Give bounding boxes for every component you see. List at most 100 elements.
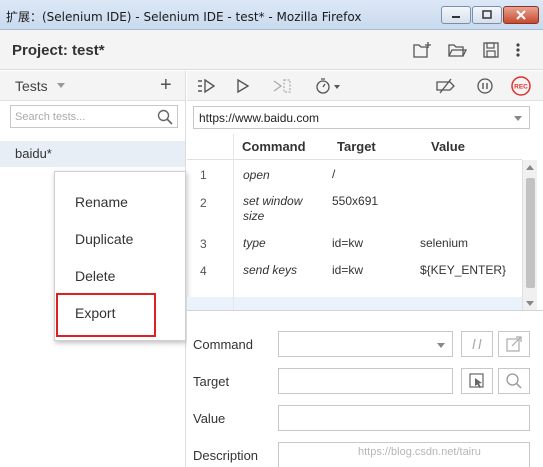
- new-folder-icon: [413, 42, 431, 58]
- test-item-label: baidu*: [15, 146, 52, 161]
- commands-table: Command Target Value 1 open / 2 set wind…: [187, 134, 522, 310]
- search-icon: [506, 373, 522, 389]
- breakpoint-off-icon: [436, 78, 455, 94]
- close-window-button[interactable]: [503, 6, 539, 24]
- table-row[interactable]: 3 type id=kw selenium: [187, 229, 522, 255]
- tests-dropdown[interactable]: Tests: [15, 78, 48, 94]
- record-label: REC: [514, 84, 528, 91]
- pause-on-exceptions-button[interactable]: [475, 75, 495, 97]
- open-project-button[interactable]: [446, 39, 468, 61]
- table-row[interactable]: 1 open /: [187, 161, 522, 187]
- value-input[interactable]: [279, 406, 529, 430]
- description-label: Description: [193, 448, 259, 463]
- command-label: Command: [193, 337, 253, 352]
- table-row-empty[interactable]: [187, 297, 522, 310]
- row-command: set window size: [243, 194, 303, 223]
- table-scrollbar[interactable]: [522, 160, 537, 310]
- open-reference-button[interactable]: [498, 331, 530, 357]
- record-button[interactable]: REC: [510, 75, 532, 97]
- editor-toolbar: REC: [187, 71, 543, 101]
- command-select[interactable]: [278, 331, 453, 357]
- column-header-command: Command: [242, 139, 306, 154]
- scrollbar-thumb[interactable]: [526, 178, 535, 288]
- window-titlebar: 扩展：(Selenium IDE) - Selenium IDE - test*…: [0, 0, 543, 30]
- project-name[interactable]: test*: [72, 42, 105, 59]
- row-number: 2: [200, 196, 207, 210]
- test-speed-button[interactable]: [314, 75, 348, 97]
- comment-slash-icon: [472, 338, 482, 350]
- watermark-text: https://blog.csdn.net/tairu: [358, 446, 481, 458]
- menu-item-delete[interactable]: Delete: [75, 268, 115, 284]
- menu-item-rename[interactable]: Rename: [75, 194, 128, 210]
- project-bar: Project: test*: [0, 30, 543, 70]
- base-url-value: https://www.baidu.com: [199, 111, 320, 125]
- minimize-icon: [452, 16, 460, 18]
- kebab-menu-icon: [516, 43, 520, 57]
- command-properties-panel: Command Target Value Description: [187, 311, 543, 467]
- record-icon: REC: [511, 76, 531, 96]
- target-label: Target: [193, 374, 230, 389]
- row-command: type: [243, 236, 266, 250]
- scroll-up-icon[interactable]: [526, 165, 534, 170]
- command-input[interactable]: [279, 332, 452, 356]
- add-test-button[interactable]: +: [160, 74, 172, 97]
- table-row[interactable]: 2 set window size 550x691: [187, 187, 522, 229]
- value-label: Value: [193, 411, 226, 426]
- chevron-down-icon[interactable]: [437, 343, 445, 348]
- value-field[interactable]: [278, 405, 530, 431]
- search-tests-input[interactable]: [15, 108, 155, 125]
- project-title: Project: test*: [12, 42, 105, 59]
- row-value: selenium: [420, 236, 469, 250]
- new-project-button[interactable]: [411, 39, 433, 61]
- find-target-button[interactable]: [498, 368, 530, 394]
- search-tests-box[interactable]: [10, 105, 178, 128]
- target-field[interactable]: [278, 368, 453, 394]
- test-item-baidu[interactable]: baidu*: [0, 141, 185, 167]
- export-highlight-box: [56, 293, 156, 337]
- column-header-target: Target: [337, 139, 376, 154]
- row-target: id=kw: [332, 236, 364, 250]
- column-header-value: Value: [431, 139, 465, 154]
- row-value: ${KEY_ENTER}: [420, 263, 507, 277]
- row-command: open: [243, 168, 270, 182]
- pause-icon: [477, 78, 493, 94]
- disable-breakpoints-button[interactable]: [435, 75, 457, 97]
- minimize-button[interactable]: [441, 6, 471, 24]
- chevron-down-icon[interactable]: [514, 116, 522, 121]
- external-link-icon: [506, 336, 522, 352]
- comment-toggle-button[interactable]: [461, 331, 493, 357]
- base-url-select[interactable]: https://www.baidu.com: [193, 106, 530, 129]
- maximize-button[interactable]: [472, 6, 502, 24]
- save-project-button[interactable]: [480, 39, 502, 61]
- open-folder-icon: [448, 44, 467, 57]
- maximize-icon: [482, 10, 492, 19]
- target-input[interactable]: [279, 369, 452, 393]
- table-row[interactable]: 4 send keys id=kw ${KEY_ENTER}: [187, 255, 522, 297]
- row-number: 4: [200, 264, 207, 278]
- run-all-tests-button[interactable]: [196, 75, 218, 97]
- search-icon[interactable]: [157, 109, 173, 125]
- step-over-icon: [273, 79, 291, 93]
- menu-item-duplicate[interactable]: Duplicate: [75, 231, 133, 247]
- close-icon: [516, 10, 526, 20]
- more-options-button[interactable]: [507, 39, 529, 61]
- select-target-button[interactable]: [461, 368, 493, 394]
- column-divider: [233, 134, 234, 310]
- chevron-down-icon[interactable]: [57, 83, 65, 88]
- row-target: id=kw: [332, 263, 364, 277]
- row-target: 550x691: [332, 194, 379, 208]
- window-title: 扩展：(Selenium IDE) - Selenium IDE - test*…: [6, 10, 362, 24]
- run-current-test-button[interactable]: [234, 75, 252, 97]
- table-header: Command Target Value: [187, 134, 522, 160]
- stopwatch-icon: [316, 78, 340, 94]
- play-icon: [237, 78, 250, 94]
- row-number: 3: [200, 237, 207, 251]
- save-icon: [483, 42, 499, 58]
- scroll-down-icon[interactable]: [526, 301, 534, 306]
- run-all-icon: [198, 78, 216, 94]
- target-picker-icon: [469, 373, 484, 388]
- row-command: send keys: [243, 263, 298, 277]
- row-target: /: [332, 167, 336, 181]
- tests-panel-header: Tests +: [0, 71, 185, 101]
- step-over-button[interactable]: [271, 75, 293, 97]
